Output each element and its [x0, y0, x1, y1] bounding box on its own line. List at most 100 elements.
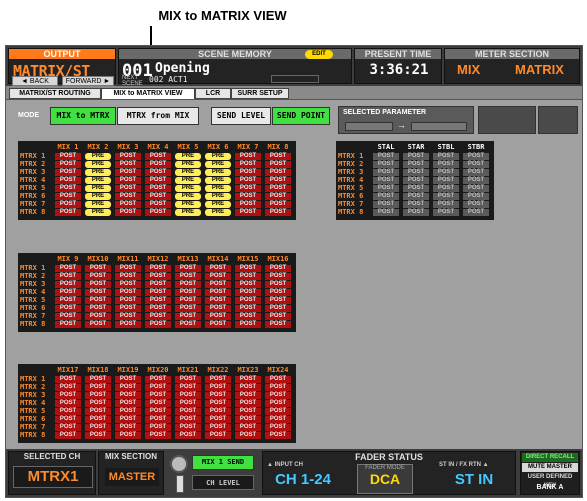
send-point-cell[interactable]: POST [55, 321, 81, 328]
send-point-cell[interactable]: POST [115, 265, 141, 272]
send-point-cell[interactable]: POST [235, 376, 261, 383]
send-point-cell[interactable]: POST [235, 408, 261, 415]
send-point-cell[interactable]: PRE [205, 185, 231, 192]
send-point-cell[interactable]: POST [145, 384, 171, 391]
send-point-cell[interactable]: POST [145, 400, 171, 407]
send-point-cell[interactable]: POST [85, 273, 111, 280]
send-point-cell[interactable]: PRE [85, 153, 111, 160]
mute-master-button[interactable]: MUTE MASTER [522, 463, 578, 472]
send-point-cell[interactable]: POST [265, 313, 291, 320]
send-point-cell[interactable]: POST [85, 408, 111, 415]
send-point-cell[interactable]: POST [145, 305, 171, 312]
send-point-cell[interactable]: POST [205, 305, 231, 312]
send-point-cell[interactable]: POST [205, 416, 231, 423]
send-point-cell[interactable]: POST [265, 408, 291, 415]
send-point-cell[interactable]: POST [373, 161, 399, 168]
send-point-cell[interactable]: POST [235, 297, 261, 304]
send-point-cell[interactable]: POST [115, 193, 141, 200]
send-point-cell[interactable]: PRE [175, 201, 201, 208]
send-point-cell[interactable]: POST [115, 153, 141, 160]
send-point-cell[interactable]: POST [205, 408, 231, 415]
ch-level-button[interactable]: CH LEVEL [192, 475, 254, 490]
send-point-cell[interactable]: POST [463, 201, 489, 208]
send-point-cell[interactable]: POST [175, 265, 201, 272]
send-point-cell[interactable]: POST [115, 289, 141, 296]
send-point-cell[interactable]: POST [145, 281, 171, 288]
send-point-cell[interactable]: POST [265, 297, 291, 304]
send-point-cell[interactable]: POST [433, 153, 459, 160]
send-point-cell[interactable]: POST [235, 400, 261, 407]
send-point-cell[interactable]: PRE [205, 169, 231, 176]
send-point-cell[interactable]: POST [115, 321, 141, 328]
send-point-cell[interactable]: POST [145, 273, 171, 280]
send-point-cell[interactable]: POST [433, 201, 459, 208]
send-point-cell[interactable]: POST [175, 432, 201, 439]
send-point-cell[interactable]: POST [373, 177, 399, 184]
send-point-cell[interactable]: POST [145, 424, 171, 431]
send-point-cell[interactable]: POST [463, 169, 489, 176]
send-point-cell[interactable]: POST [85, 297, 111, 304]
send-point-cell[interactable]: POST [373, 169, 399, 176]
forward-button[interactable]: FORWARD ► [62, 76, 114, 86]
send-point-cell[interactable]: POST [115, 177, 141, 184]
send-point-cell[interactable]: POST [145, 392, 171, 399]
send-point-cell[interactable]: POST [235, 305, 261, 312]
send-point-cell[interactable]: PRE [205, 161, 231, 168]
send-point-cell[interactable]: PRE [175, 193, 201, 200]
send-point-cell[interactable]: POST [373, 153, 399, 160]
tab-mix-to-matrix-view[interactable]: MIX to MATRIX VIEW [101, 88, 195, 99]
send-point-cell[interactable]: POST [115, 408, 141, 415]
send-point-cell[interactable]: POST [85, 416, 111, 423]
send-point-cell[interactable]: POST [235, 209, 261, 216]
send-point-cell[interactable]: POST [403, 193, 429, 200]
send-point-cell[interactable]: POST [265, 289, 291, 296]
send-point-cell[interactable]: POST [115, 432, 141, 439]
send-point-cell[interactable]: POST [205, 424, 231, 431]
send-point-cell[interactable]: POST [235, 424, 261, 431]
send-point-cell[interactable]: POST [175, 376, 201, 383]
tab-surr-setup[interactable]: SURR SETUP [231, 88, 289, 99]
send-point-cell[interactable]: POST [115, 424, 141, 431]
send-point-cell[interactable]: POST [205, 392, 231, 399]
send-point-cell[interactable]: POST [85, 281, 111, 288]
fader-mode-box[interactable]: FADER MODE DCA [357, 464, 413, 494]
send-point-cell[interactable]: POST [265, 153, 291, 160]
send-point-cell[interactable]: POST [115, 400, 141, 407]
send-point-cell[interactable]: PRE [175, 153, 201, 160]
send-point-cell[interactable]: POST [85, 424, 111, 431]
send-point-cell[interactable]: POST [55, 297, 81, 304]
mix1-send-button[interactable]: MIX 1 SEND [192, 455, 254, 470]
send-point-cell[interactable]: PRE [205, 209, 231, 216]
send-point-cell[interactable]: POST [265, 193, 291, 200]
send-point-cell[interactable]: POST [235, 193, 261, 200]
send-point-cell[interactable]: POST [175, 400, 201, 407]
send-point-cell[interactable]: POST [115, 201, 141, 208]
send-point-cell[interactable]: POST [235, 177, 261, 184]
send-point-cell[interactable]: POST [463, 177, 489, 184]
send-point-cell[interactable]: POST [175, 289, 201, 296]
send-point-cell[interactable]: POST [145, 265, 171, 272]
send-point-cell[interactable]: POST [55, 177, 81, 184]
send-point-cell[interactable]: POST [265, 281, 291, 288]
send-point-cell[interactable]: POST [205, 376, 231, 383]
send-point-cell[interactable]: POST [433, 169, 459, 176]
meter-section[interactable]: METER SECTION MIX MATRIX [444, 48, 580, 84]
send-point-cell[interactable]: POST [205, 281, 231, 288]
send-point-cell[interactable]: POST [115, 305, 141, 312]
send-point-cell[interactable]: POST [175, 424, 201, 431]
send-point-cell[interactable]: POST [235, 416, 261, 423]
send-point-cell[interactable]: POST [175, 281, 201, 288]
send-point-cell[interactable]: POST [145, 289, 171, 296]
send-point-cell[interactable]: POST [145, 321, 171, 328]
send-point-cell[interactable]: POST [55, 313, 81, 320]
send-point-cell[interactable]: POST [463, 209, 489, 216]
send-point-cell[interactable]: POST [145, 177, 171, 184]
send-point-cell[interactable]: POST [205, 313, 231, 320]
send-point-cell[interactable]: POST [145, 185, 171, 192]
send-point-cell[interactable]: PRE [205, 153, 231, 160]
send-point-cell[interactable]: POST [55, 273, 81, 280]
send-point-cell[interactable]: POST [115, 416, 141, 423]
input-ch-value[interactable]: CH 1-24 [267, 471, 339, 488]
send-point-cell[interactable]: POST [265, 169, 291, 176]
send-point-cell[interactable]: POST [85, 432, 111, 439]
